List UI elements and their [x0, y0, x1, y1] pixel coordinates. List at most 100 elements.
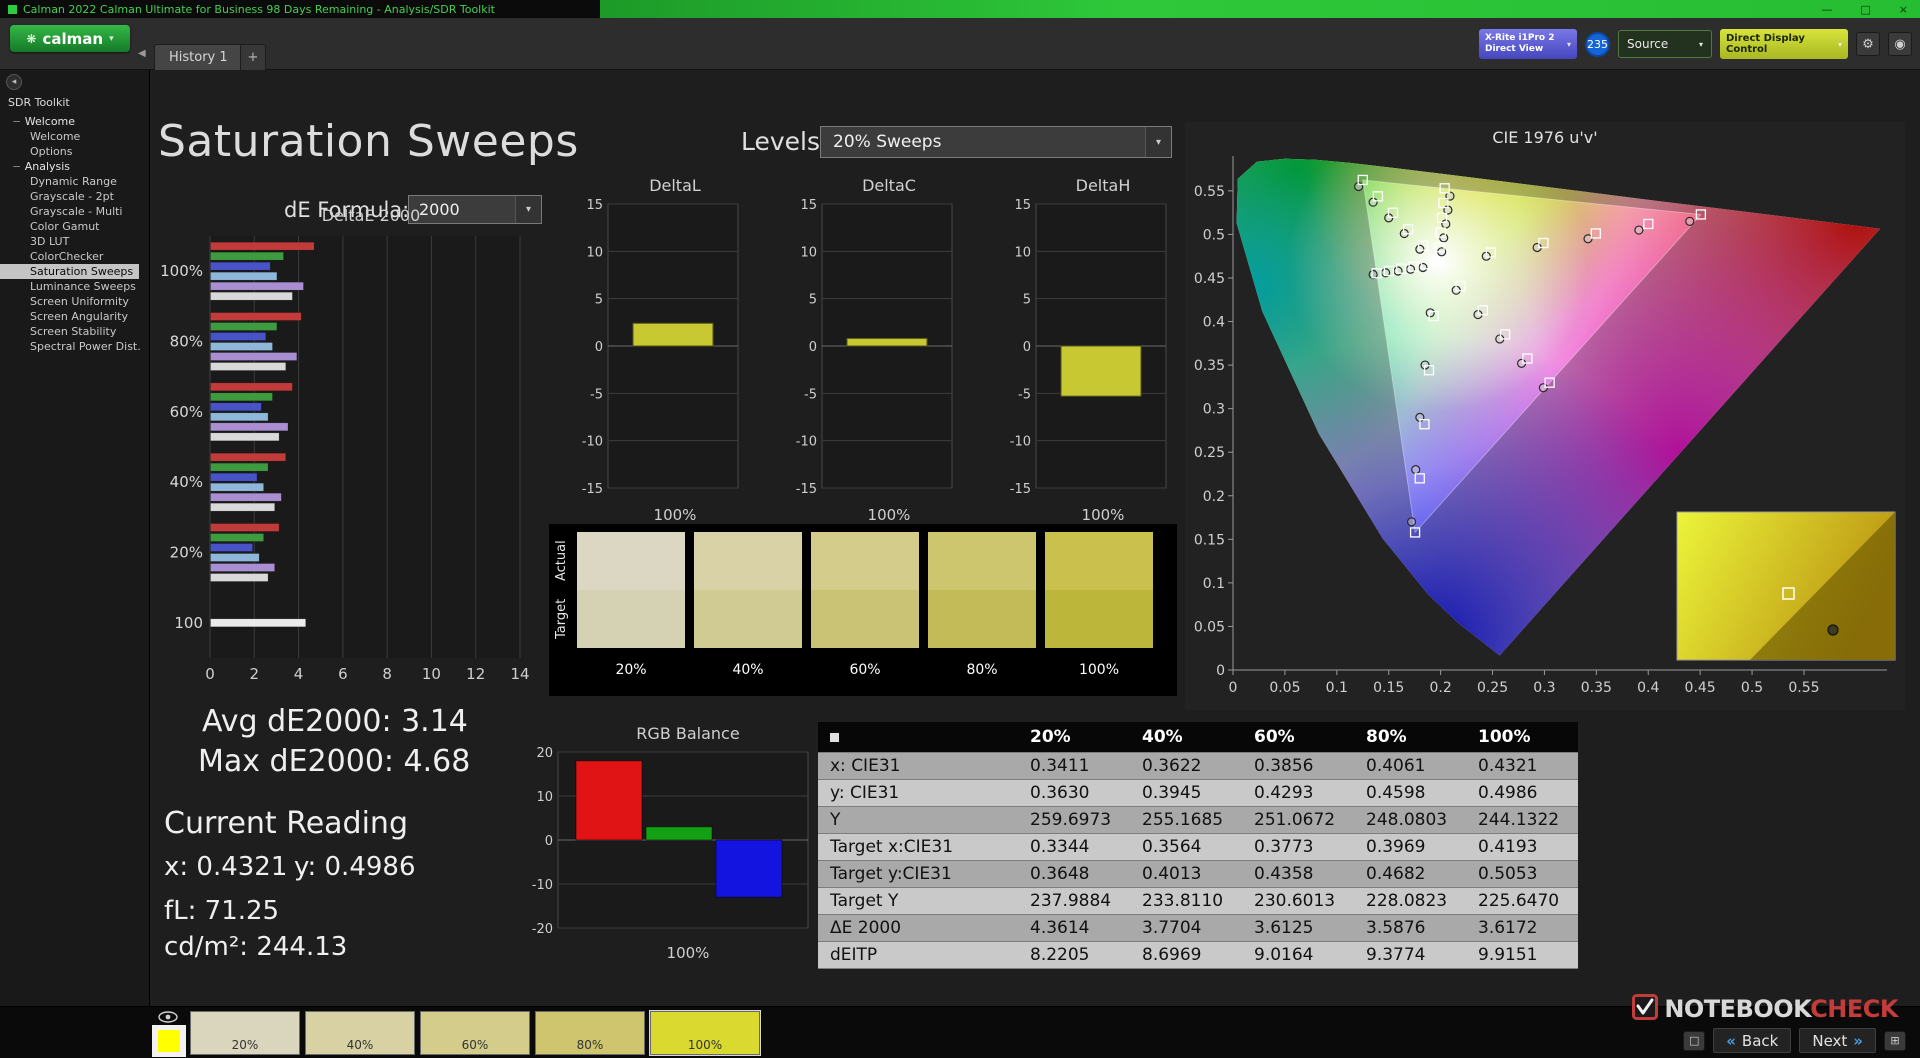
svg-text:6: 6: [338, 665, 348, 683]
meter-dropdown[interactable]: X-Rite i1Pro 2 Direct View ▾: [1479, 29, 1577, 59]
svg-text:10: 10: [422, 665, 441, 683]
layout-grid-button[interactable]: ⊞: [1884, 1030, 1906, 1051]
svg-text:0.25: 0.25: [1194, 445, 1225, 461]
table-cell: 0.3969: [1354, 833, 1466, 861]
table-cell: 0.3411: [1018, 752, 1130, 780]
svg-text:0.5: 0.5: [1741, 680, 1763, 696]
patch-tile-60%[interactable]: 60%: [420, 1011, 530, 1055]
sidebar-item-welcome[interactable]: Welcome: [0, 114, 149, 129]
sidebar-item-screen-angularity[interactable]: Screen Angularity: [0, 309, 149, 324]
svg-text:0.1: 0.1: [1326, 680, 1348, 696]
svg-text:0: 0: [1216, 663, 1225, 679]
sidebar-item-dynamic-range[interactable]: Dynamic Range: [0, 174, 149, 189]
svg-text:-15: -15: [1010, 482, 1031, 497]
svg-text:5: 5: [809, 293, 817, 308]
tab-history-1[interactable]: History 1: [154, 44, 243, 70]
titlebar-accent-strip: [600, 0, 1920, 18]
svg-text:0.4: 0.4: [1637, 680, 1659, 696]
svg-text:5: 5: [1023, 293, 1031, 308]
svg-text:0.2: 0.2: [1429, 680, 1451, 696]
cie-diagram-canvas: 00 0.05 0.05 0.1 0.1 0.15 0.15 0.2 0.2 0.25 0.25 0.…: [1194, 156, 1896, 696]
settings-gear-button[interactable]: ⚙: [1856, 32, 1880, 56]
window-title: Calman 2022 Calman Ultimate for Business…: [23, 2, 495, 16]
svg-text:20%: 20%: [170, 544, 203, 562]
row-label: Target x:CIE31: [818, 833, 1018, 861]
svg-text:-20: -20: [532, 922, 553, 936]
sidebar-item-luminance-sweeps[interactable]: Luminance Sweeps: [0, 279, 149, 294]
sidebar-item-analysis[interactable]: Analysis: [0, 159, 149, 174]
row-label: Target Y: [818, 887, 1018, 915]
sidebar-item-saturation-sweeps[interactable]: Saturation Sweeps: [0, 264, 140, 279]
svg-text:0: 0: [809, 340, 817, 355]
column-header-80%: 80%: [1354, 722, 1466, 753]
titlebar: Calman 2022 Calman Ultimate for Business…: [0, 0, 1920, 18]
collapse-tab-strip-button[interactable]: ◀: [138, 48, 146, 59]
table-cell: 0.3945: [1130, 779, 1242, 807]
table-row: x: CIE31 0.3411 0.3622 0.3856 0.4061 0.4321: [818, 752, 1578, 780]
detach-window-button[interactable]: □: [1683, 1030, 1706, 1051]
table-cell: 0.4193: [1466, 833, 1578, 861]
svg-text:100: 100: [174, 614, 203, 632]
table-row: Target Y 237.9884 233.8110 230.6013 228.0823…: [818, 887, 1578, 915]
next-label: Next: [1812, 1031, 1848, 1050]
patch-tile-80%[interactable]: 80%: [535, 1011, 645, 1055]
maximize-button[interactable]: □: [1860, 3, 1870, 16]
patch-tile-20%[interactable]: 20%: [190, 1011, 300, 1055]
watermark-text-2: CHECK: [1810, 995, 1898, 1023]
saturation-swatch-20%: 20%: [577, 532, 685, 678]
sidebar-collapse-button[interactable]: ◂: [6, 74, 22, 90]
table-cell: 0.4682: [1354, 860, 1466, 888]
sidebar-item-grayscale-multi[interactable]: Grayscale - Multi: [0, 204, 149, 219]
swatch-label: 80%: [966, 662, 998, 678]
cie-title: CIE 1976 u'v': [1492, 128, 1598, 147]
add-tab-button[interactable]: +: [240, 44, 266, 70]
chart-xlabel: 100%: [1081, 506, 1125, 524]
calman-main-menu-button[interactable]: ❋ calman ▾: [10, 25, 130, 52]
close-button[interactable]: ×: [1899, 3, 1908, 16]
display-control-label: Direct Display Control: [1726, 33, 1805, 55]
table-cell: 3.7704: [1130, 914, 1242, 942]
sidebar-item-screen-stability[interactable]: Screen Stability: [0, 324, 149, 339]
sidebar-item-grayscale-2pt[interactable]: Grayscale - 2pt: [0, 189, 149, 204]
svg-text:0.25: 0.25: [1477, 680, 1508, 696]
table-cell: 248.0803: [1354, 806, 1466, 834]
sidebar-item-3d-lut[interactable]: 3D LUT: [0, 234, 149, 249]
svg-text:0.45: 0.45: [1194, 271, 1225, 287]
deltal-chart: DeltaL 15 10 5 0 -5 -10 -15 100%: [572, 176, 744, 524]
sidebar-item-spectral-power-dist-[interactable]: Spectral Power Dist.: [0, 339, 149, 354]
actual-swatch: [928, 532, 1036, 590]
session-power-button[interactable]: ◉: [1888, 32, 1912, 56]
svg-text:2: 2: [250, 665, 260, 683]
max-de2000: Max dE2000: 4.68: [198, 744, 471, 779]
sidebar-item-colorchecker[interactable]: ColorChecker: [0, 249, 149, 264]
svg-text:15: 15: [586, 198, 603, 213]
next-button[interactable]: Next »: [1799, 1028, 1876, 1053]
table-cell: 9.9151: [1466, 941, 1578, 969]
sidebar-item-welcome[interactable]: Welcome: [0, 129, 149, 144]
chart-title: DeltaC: [862, 176, 916, 195]
svg-text:20: 20: [536, 746, 553, 761]
patch-count-badge[interactable]: 235: [1585, 31, 1610, 57]
table-cell: 225.6470: [1466, 887, 1578, 915]
patch-label: 100%: [687, 1038, 723, 1052]
display-control-dropdown[interactable]: Direct Display Control ▾: [1720, 29, 1848, 59]
levels-dropdown[interactable]: 20% Sweeps ▾: [820, 126, 1172, 158]
row-label: dEITP: [818, 941, 1018, 969]
table-cell: 3.6172: [1466, 914, 1578, 942]
sidebar-item-options[interactable]: Options: [0, 144, 149, 159]
patch-tile-40%[interactable]: 40%: [305, 1011, 415, 1055]
back-button[interactable]: « Back: [1713, 1028, 1792, 1053]
svg-text:-10: -10: [796, 435, 817, 450]
source-dropdown[interactable]: Source ▾: [1618, 30, 1712, 58]
swatch-label: 60%: [849, 662, 881, 678]
watermark-text-1: NOTEBOOK: [1664, 995, 1811, 1023]
svg-text:0.15: 0.15: [1373, 680, 1404, 696]
svg-text:0.45: 0.45: [1685, 680, 1716, 696]
patch-tile-100%[interactable]: 100%: [649, 1010, 761, 1056]
sidebar-item-color-gamut[interactable]: Color Gamut: [0, 219, 149, 234]
sidebar-item-screen-uniformity[interactable]: Screen Uniformity: [0, 294, 149, 309]
chevron-down-icon: ▾: [1145, 127, 1171, 157]
current-patch-color: [158, 1030, 180, 1052]
minimize-button[interactable]: —: [1821, 3, 1832, 16]
chart-title: DeltaE 2000: [321, 206, 421, 225]
